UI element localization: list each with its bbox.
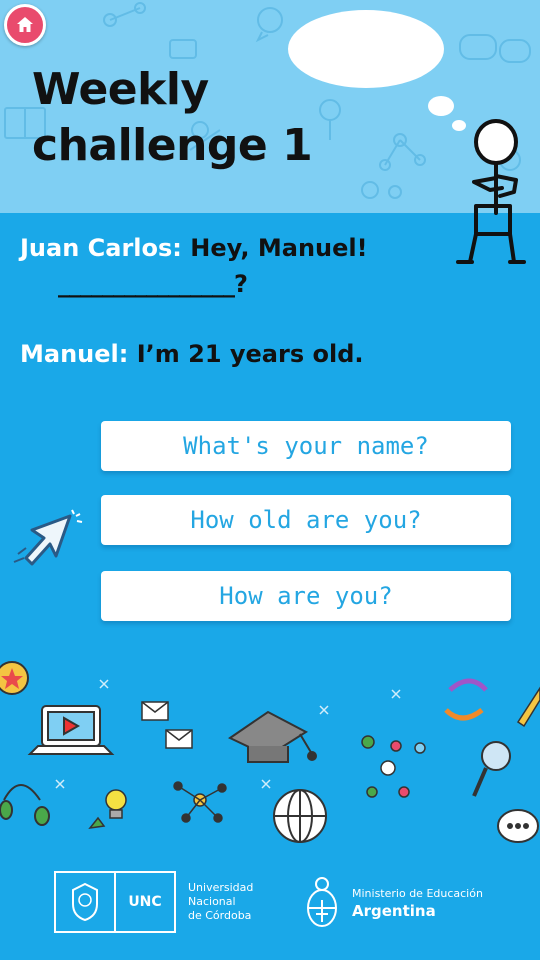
home-button[interactable] <box>4 4 46 46</box>
magnifier-icon <box>472 741 511 797</box>
option-whats-your-name-button[interactable]: What's your name? <box>101 421 511 471</box>
ministry-logo: Ministerio de Educación Argentina <box>302 874 483 934</box>
laptop-icon <box>27 705 115 755</box>
speech-manuel: I’m 21 years old. <box>136 340 364 368</box>
speech-juan-carlos: Hey, Manuel! <box>190 234 368 262</box>
cursor-pointer-icon <box>13 509 83 566</box>
ministry-name: Ministerio de Educación Argentina <box>352 887 483 921</box>
refresh-arrows-icon <box>444 678 488 721</box>
title-line-2: challenge 1 <box>32 120 313 171</box>
speaker-manuel: Manuel: <box>20 340 129 368</box>
unc-name-line-1: Universidad <box>188 881 254 894</box>
answer-blank: ________________? <box>58 270 248 298</box>
email-icon <box>141 701 193 749</box>
education-doodles <box>0 661 540 843</box>
award-badge-icon <box>0 661 29 695</box>
dialog-line-manuel: Manuel: I’m 21 years old. <box>20 338 450 370</box>
argentina-coat-of-arms-icon <box>307 877 337 927</box>
unc-shield-icon <box>72 882 98 922</box>
ministry-line-1: Ministerio de Educación <box>352 887 483 900</box>
chat-bubble-icon <box>497 809 539 843</box>
headphones-icon <box>0 784 50 826</box>
thought-dot-large <box>428 96 454 116</box>
dialog-line-juan-carlos: Juan Carlos: Hey, Manuel! <box>20 232 450 264</box>
home-icon <box>17 17 33 32</box>
title-line-1: Weekly <box>32 64 209 115</box>
page-title: Weekly challenge 1 <box>32 62 313 174</box>
unc-emblem: UNC <box>54 871 176 933</box>
network-icon <box>173 781 227 823</box>
globe-icon <box>273 789 327 843</box>
speaker-juan-carlos: Juan Carlos: <box>20 234 182 262</box>
lightbulb-icon <box>88 789 127 830</box>
ministry-line-2: Argentina <box>352 902 436 920</box>
unc-acronym: UNC <box>128 894 162 910</box>
unc-logo: UNC Universidad Nacional de Córdoba <box>54 870 253 934</box>
dialog-area: Juan Carlos: Hey, Manuel! ______________… <box>20 232 450 370</box>
unc-name-line-2: Nacional <box>188 895 236 908</box>
option-how-old-are-you-button[interactable]: How old are you? <box>101 495 511 545</box>
pencil-icon <box>516 686 540 728</box>
stick-figure-illustration <box>456 119 526 264</box>
unc-name-line-3: de Córdoba <box>188 909 252 922</box>
people-network-icon <box>361 735 426 798</box>
graduation-cap-icon <box>227 710 317 763</box>
option-how-are-you-button[interactable]: How are you? <box>101 571 511 621</box>
unc-name: Universidad Nacional de Córdoba <box>188 881 253 923</box>
